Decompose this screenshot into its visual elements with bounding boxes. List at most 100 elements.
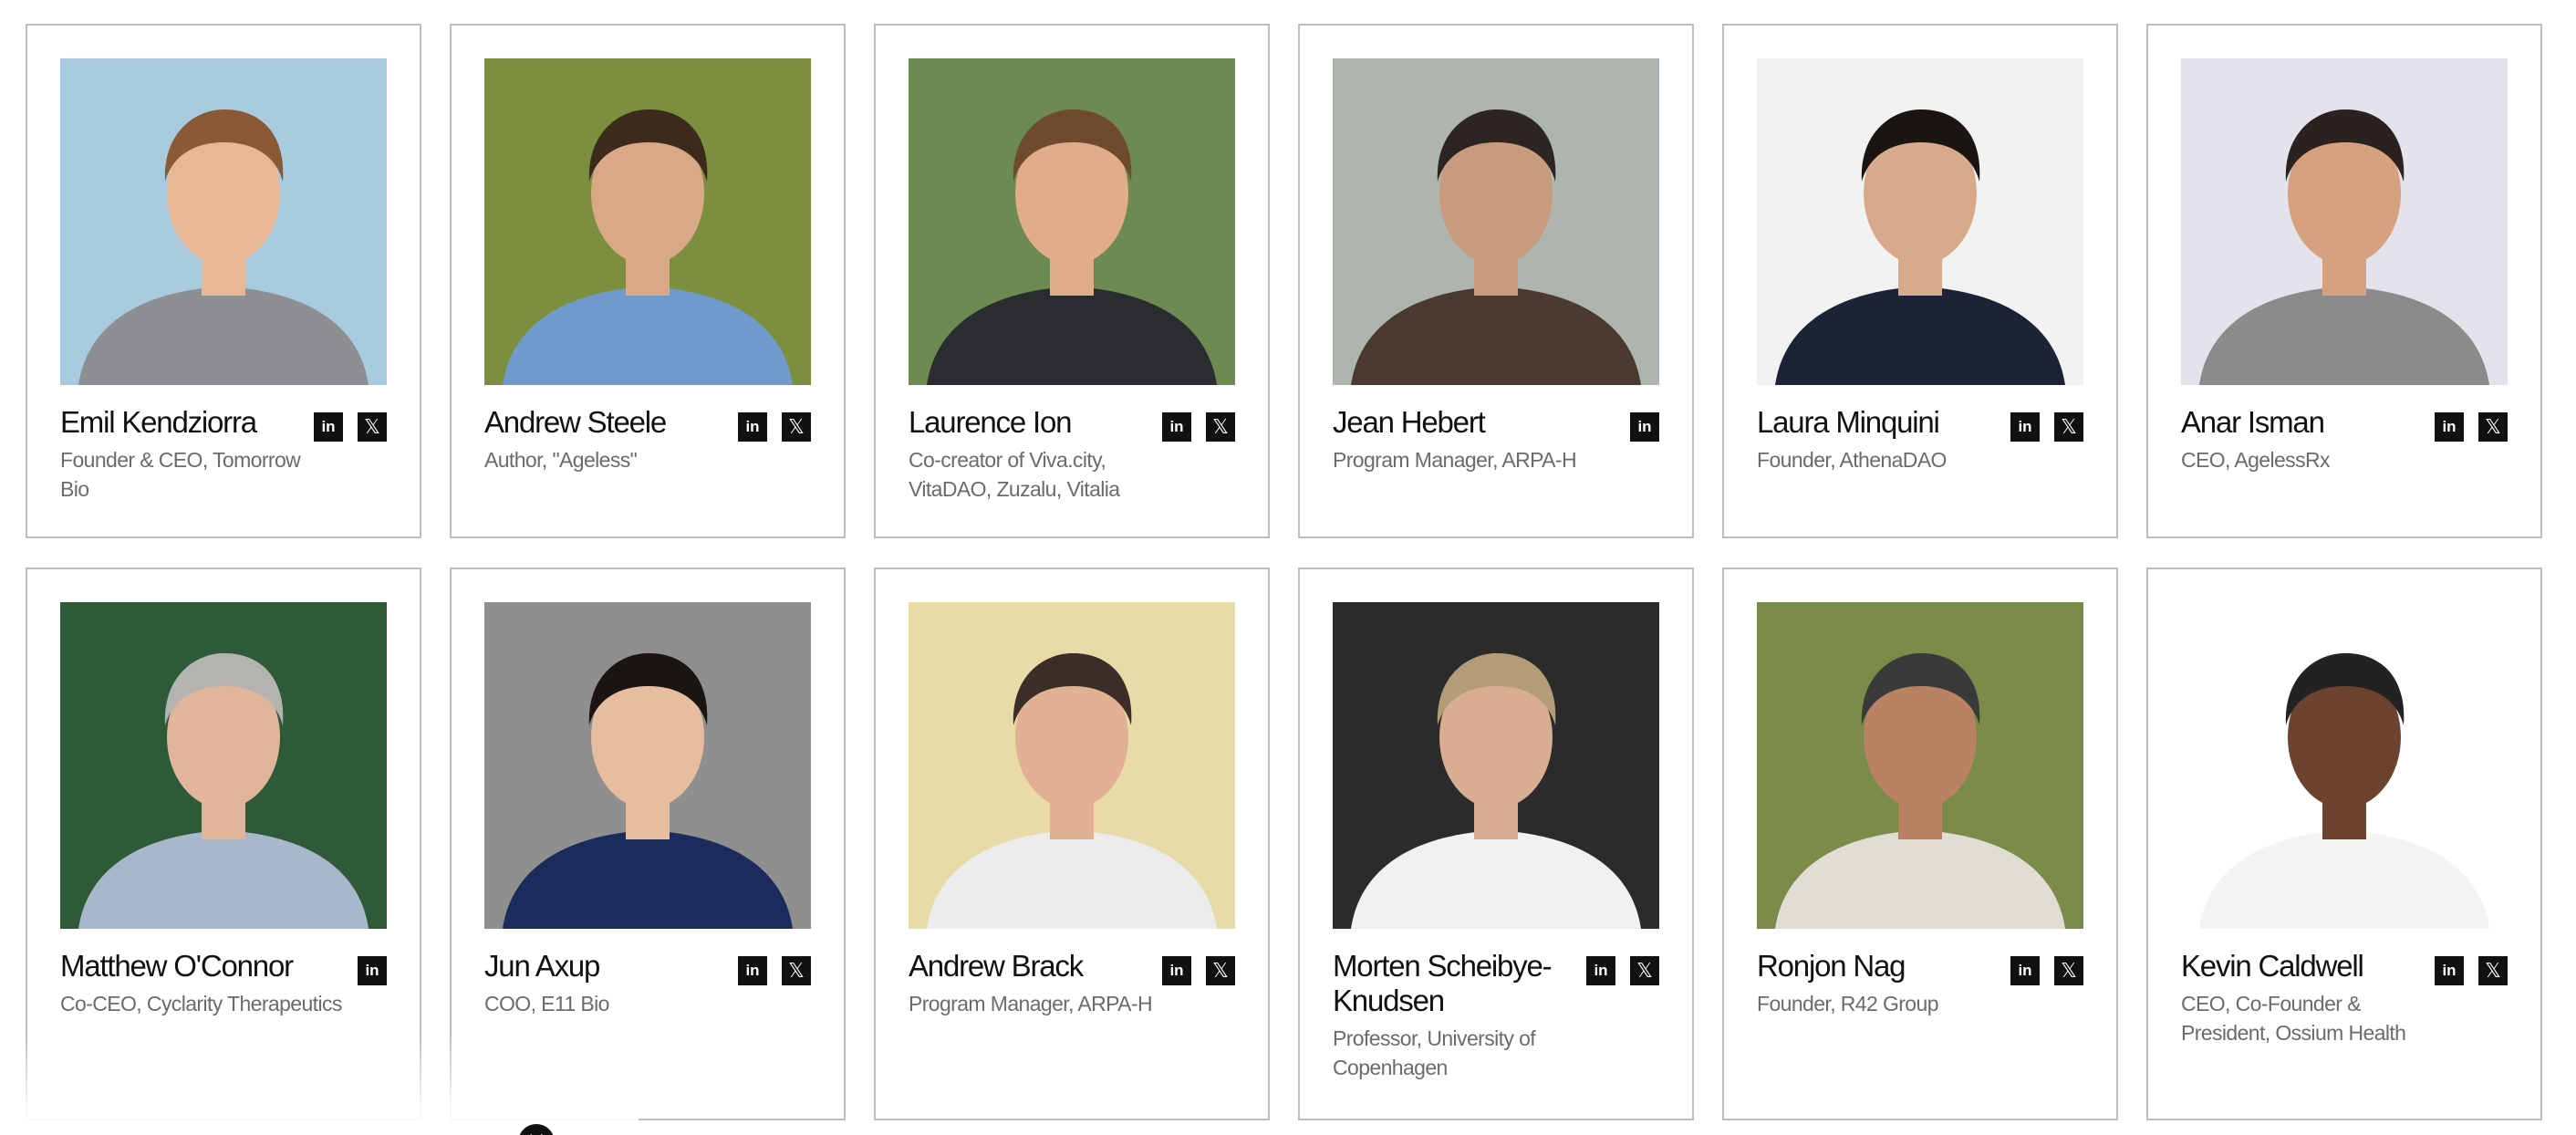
member-role: Co-CEO, Cyclarity Therapeutics (60, 992, 342, 1015)
social-links: in 𝕏 (2010, 956, 2083, 985)
member-photo (484, 602, 811, 929)
member-name: Anar Isman (2181, 405, 2325, 439)
x-twitter-icon[interactable]: 𝕏 (1206, 412, 1235, 442)
member-info: Andrew Steele Author, "Ageless" in 𝕏 (484, 405, 811, 474)
member-photo (60, 58, 387, 385)
member-text: Kevin Caldwell CEO, Co-Founder & Presiden… (2181, 949, 2435, 1047)
member-info: Laura Minquini Founder, AthenaDAO in 𝕏 (1757, 405, 2083, 474)
scroll-fade (0, 1031, 639, 1135)
member-name: Laurence Ion (909, 405, 1072, 439)
member-role: Founder, R42 Group (1757, 992, 1938, 1015)
member-photo (1333, 602, 1659, 929)
social-links: in 𝕏 (1162, 412, 1235, 442)
member-info: Andrew Brack Program Manager, ARPA-H in 𝕏 (909, 949, 1235, 1018)
member-text: Laura Minquini Founder, AthenaDAO (1757, 405, 2010, 474)
member-text: Andrew Brack Program Manager, ARPA-H (909, 949, 1162, 1018)
member-info: Kevin Caldwell CEO, Co-Founder & Presiden… (2181, 949, 2508, 1047)
social-links: in 𝕏 (738, 956, 811, 985)
member-name: Matthew O'Connor (60, 949, 294, 983)
member-text: Laurence Ion Co-creator of Viva.city, Vit… (909, 405, 1162, 504)
team-member-card: Anar Isman CEO, AgelessRx in 𝕏 (2146, 24, 2542, 538)
member-role: COO, E11 Bio (484, 992, 609, 1015)
member-photo (2181, 602, 2508, 929)
x-twitter-icon[interactable]: 𝕏 (1206, 956, 1235, 985)
member-text: Anar Isman CEO, AgelessRx (2181, 405, 2435, 474)
member-role: Founder & CEO, Tomorrow Bio (60, 448, 301, 501)
member-text: Ronjon Nag Founder, R42 Group (1757, 949, 2010, 1018)
linkedin-icon[interactable]: in (358, 956, 387, 985)
member-text: Jean Hebert Program Manager, ARPA-H (1333, 405, 1630, 474)
member-name: Kevin Caldwell (2181, 949, 2364, 983)
team-member-card: Kevin Caldwell CEO, Co-Founder & Presiden… (2146, 568, 2542, 1120)
social-links: in (1630, 412, 1659, 442)
member-text: Andrew Steele Author, "Ageless" (484, 405, 738, 474)
member-role: CEO, Co-Founder & President, Ossium Heal… (2181, 992, 2406, 1045)
linkedin-icon[interactable]: in (1586, 956, 1615, 985)
team-member-card: Laurence Ion Co-creator of Viva.city, Vit… (874, 24, 1270, 538)
member-name: Morten Scheibye-Knudsen (1333, 949, 1553, 1017)
member-name: Emil Kendziorra (60, 405, 257, 439)
member-photo (909, 58, 1235, 385)
linkedin-icon[interactable]: in (1162, 956, 1191, 985)
member-text: Emil Kendziorra Founder & CEO, Tomorrow B… (60, 405, 314, 504)
member-name: Andrew Brack (909, 949, 1084, 983)
member-info: Matthew O'Connor Co-CEO, Cyclarity Therap… (60, 949, 387, 1018)
x-twitter-icon[interactable]: 𝕏 (2478, 412, 2508, 442)
member-info: Jean Hebert Program Manager, ARPA-H in (1333, 405, 1659, 474)
member-name: Laura Minquini (1757, 405, 1940, 439)
linkedin-icon[interactable]: in (314, 412, 343, 442)
member-info: Anar Isman CEO, AgelessRx in 𝕏 (2181, 405, 2508, 474)
x-twitter-icon[interactable]: 𝕏 (358, 412, 387, 442)
social-links: in (358, 956, 387, 985)
member-role: Co-creator of Viva.city, VitaDAO, Zuzalu… (909, 448, 1120, 501)
member-name: Andrew Steele (484, 405, 667, 439)
x-twitter-icon[interactable]: 𝕏 (2478, 956, 2508, 985)
x-twitter-icon[interactable]: 𝕏 (782, 412, 811, 442)
linkedin-icon[interactable]: in (1630, 412, 1659, 442)
member-role: Program Manager, ARPA-H (1333, 448, 1577, 472)
x-twitter-icon[interactable]: 𝕏 (2054, 412, 2083, 442)
member-info: Morten Scheibye-Knudsen Professor, Univer… (1333, 949, 1659, 1082)
team-member-card: Andrew Brack Program Manager, ARPA-H in 𝕏 (874, 568, 1270, 1120)
team-grid: Emil Kendziorra Founder & CEO, Tomorrow B… (26, 24, 2542, 1120)
member-name: Jean Hebert (1333, 405, 1486, 439)
linkedin-icon[interactable]: in (2435, 956, 2464, 985)
member-text: Jun Axup COO, E11 Bio (484, 949, 738, 1018)
social-links: in 𝕏 (738, 412, 811, 442)
linkedin-icon[interactable]: in (2010, 956, 2040, 985)
member-role: Program Manager, ARPA-H (909, 992, 1153, 1015)
member-info: Laurence Ion Co-creator of Viva.city, Vit… (909, 405, 1235, 504)
member-photo (60, 602, 387, 929)
member-role: Founder, AthenaDAO (1757, 448, 1947, 472)
team-member-card: Laura Minquini Founder, AthenaDAO in 𝕏 (1722, 24, 2118, 538)
member-role: CEO, AgelessRx (2181, 448, 2330, 472)
social-links: in 𝕏 (314, 412, 387, 442)
member-info: Ronjon Nag Founder, R42 Group in 𝕏 (1757, 949, 2083, 1018)
member-name: Jun Axup (484, 949, 600, 983)
x-twitter-icon[interactable]: 𝕏 (1630, 956, 1659, 985)
member-photo (484, 58, 811, 385)
linkedin-icon[interactable]: in (2435, 412, 2464, 442)
member-photo (1757, 58, 2083, 385)
social-links: in 𝕏 (2010, 412, 2083, 442)
member-photo (2181, 58, 2508, 385)
social-links: in 𝕏 (2435, 412, 2508, 442)
member-info: Emil Kendziorra Founder & CEO, Tomorrow B… (60, 405, 387, 504)
member-role: Author, "Ageless" (484, 448, 638, 472)
team-member-card: Andrew Steele Author, "Ageless" in 𝕏 (450, 24, 846, 538)
social-links: in 𝕏 (1162, 956, 1235, 985)
team-member-card: Emil Kendziorra Founder & CEO, Tomorrow B… (26, 24, 421, 538)
x-twitter-icon[interactable]: 𝕏 (2054, 956, 2083, 985)
team-member-card: Ronjon Nag Founder, R42 Group in 𝕏 (1722, 568, 2118, 1120)
linkedin-icon[interactable]: in (738, 956, 767, 985)
team-member-card: Morten Scheibye-Knudsen Professor, Univer… (1298, 568, 1694, 1120)
linkedin-icon[interactable]: in (738, 412, 767, 442)
team-member-card: Jean Hebert Program Manager, ARPA-H in (1298, 24, 1694, 538)
linkedin-icon[interactable]: in (2010, 412, 2040, 442)
linkedin-icon[interactable]: in (1162, 412, 1191, 442)
member-photo (909, 602, 1235, 929)
member-text: Matthew O'Connor Co-CEO, Cyclarity Therap… (60, 949, 358, 1018)
x-twitter-icon[interactable]: 𝕏 (782, 956, 811, 985)
member-info: Jun Axup COO, E11 Bio in 𝕏 (484, 949, 811, 1018)
member-photo (1333, 58, 1659, 385)
